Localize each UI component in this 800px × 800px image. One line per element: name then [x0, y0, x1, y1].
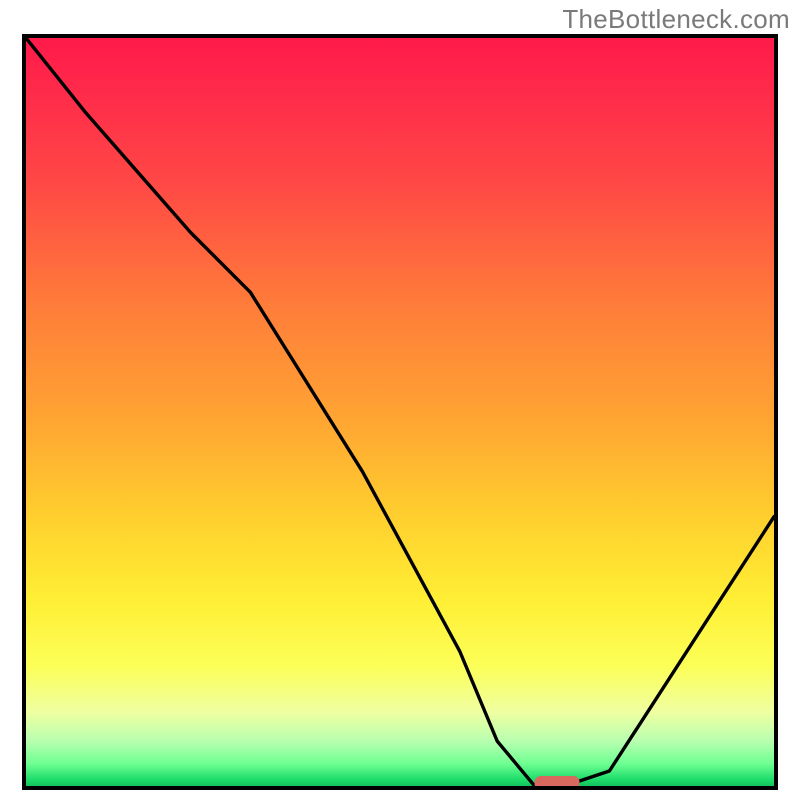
curve-layer — [26, 38, 774, 786]
plot-area — [22, 34, 778, 790]
chart-container: TheBottleneck.com — [0, 0, 800, 800]
watermark-text: TheBottleneck.com — [562, 4, 790, 35]
optimal-marker — [535, 776, 580, 786]
bottleneck-curve — [26, 38, 774, 786]
